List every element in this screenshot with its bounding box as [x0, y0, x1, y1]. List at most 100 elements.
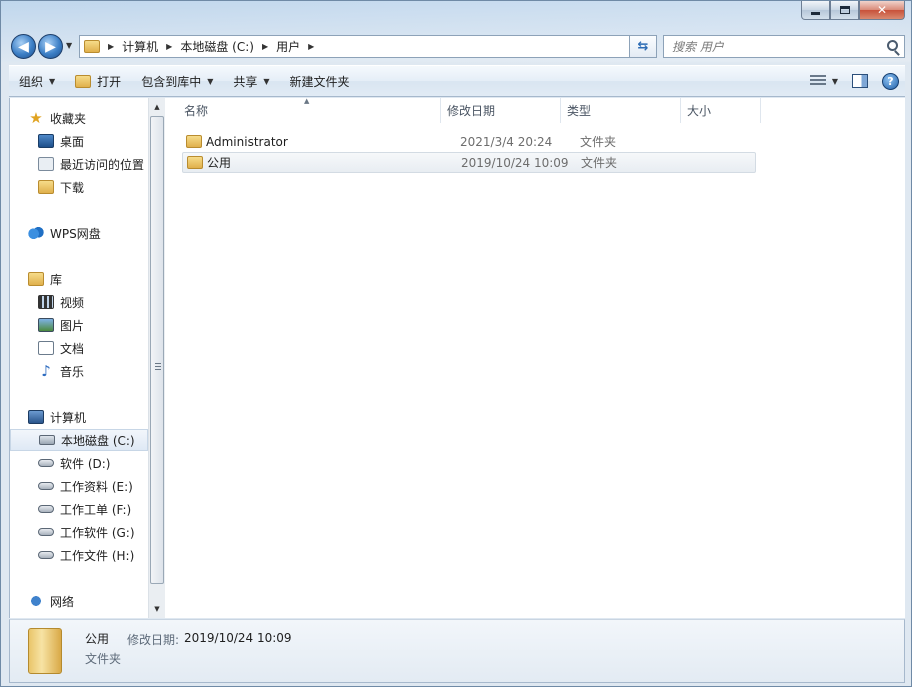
column-size[interactable]: 大小: [681, 98, 761, 123]
close-icon: ✕: [876, 3, 888, 17]
search-input[interactable]: [672, 39, 872, 54]
recent-places-icon: [38, 157, 54, 171]
recent-pages-dropdown[interactable]: ▼: [66, 41, 72, 50]
network-icon: [28, 594, 44, 608]
picture-icon: [38, 318, 54, 332]
navigation-pane: ★ 收藏夹 桌面 最近访问的位置 下载 WPS网盘 库 视频 图片 文档 ♪ 音乐 …: [10, 98, 148, 618]
drive-icon: [38, 505, 54, 513]
nav-pictures[interactable]: 图片: [10, 314, 148, 336]
nav-drive-c[interactable]: 本地磁盘 (C:): [10, 429, 148, 451]
file-row-public[interactable]: 公用 2019/10/24 10:09 文件夹: [182, 152, 756, 173]
maximize-button[interactable]: [830, 1, 859, 20]
content-area: ★ 收藏夹 桌面 最近访问的位置 下载 WPS网盘 库 视频 图片 文档 ♪ 音乐 …: [9, 97, 905, 618]
refresh-button[interactable]: ⇆: [629, 35, 657, 58]
folder-large-icon: [28, 628, 62, 674]
scroll-down-button[interactable]: ▼: [149, 601, 165, 617]
nav-downloads[interactable]: 下载: [10, 176, 148, 198]
nav-desktop[interactable]: 桌面: [10, 130, 148, 152]
nav-wps-drive[interactable]: WPS网盘: [10, 222, 148, 244]
details-pane: 公用 修改日期: 2019/10/24 10:09 文件夹: [9, 619, 905, 683]
nav-drive-e[interactable]: 工作资料 (E:): [10, 475, 148, 497]
details-date-label: 修改日期:: [127, 633, 180, 647]
chevron-right-icon: ▶: [108, 42, 115, 51]
back-button[interactable]: ◀: [11, 34, 36, 59]
drive-icon: [38, 551, 54, 559]
column-date-modified[interactable]: 修改日期: [441, 98, 561, 123]
nav-drive-f[interactable]: 工作工单 (F:): [10, 498, 148, 520]
view-dropdown[interactable]: ▼: [832, 77, 838, 86]
breadcrumb-users[interactable]: ▶ 用户 ▶: [262, 38, 314, 55]
search-box: [663, 35, 905, 58]
details-item-type: 文件夹: [85, 652, 122, 666]
minimize-icon: [811, 11, 820, 15]
file-list-pane: 名称 ▲ 修改日期 类型 大小 Administrator 2021/3/4 20…: [166, 97, 905, 618]
desktop-icon: [38, 134, 54, 148]
open-button[interactable]: 打开: [65, 69, 131, 93]
nav-drive-g[interactable]: 工作软件 (G:): [10, 521, 148, 543]
sort-ascending-icon: ▲: [304, 97, 310, 105]
help-icon[interactable]: ?: [882, 72, 899, 90]
drive-icon: [38, 528, 54, 536]
arrow-left-icon: ◀: [18, 38, 29, 55]
breadcrumb-drive-c[interactable]: ▶ 本地磁盘 (C:): [166, 38, 254, 55]
music-icon: ♪: [41, 362, 51, 380]
address-bar[interactable]: ▶计算机 ▶本地磁盘 (C:) ▶用户▶ ▼: [79, 35, 657, 58]
library-icon: [28, 272, 44, 286]
nav-music[interactable]: ♪ 音乐: [10, 360, 148, 382]
nav-computer[interactable]: 计算机: [10, 406, 148, 428]
scroll-up-button[interactable]: ▲: [149, 99, 165, 115]
organize-button[interactable]: 组织 ▼: [9, 69, 65, 93]
search-icon[interactable]: [887, 40, 898, 51]
cloud-icon: [28, 226, 44, 240]
explorer-window: ✕ ◀ ▶ ▼ ▶计算机 ▶本地磁盘 (C:) ▶用户▶ ▼ ⇆ 组织▼ 打开 …: [0, 0, 912, 687]
nav-drive-h[interactable]: 工作文件 (H:): [10, 544, 148, 566]
forward-button[interactable]: ▶: [38, 34, 63, 59]
scroll-thumb[interactable]: [150, 116, 164, 584]
nav-drive-d[interactable]: 软件 (D:): [10, 452, 148, 474]
nav-favorites[interactable]: ★ 收藏夹: [10, 107, 148, 129]
minimize-button[interactable]: [801, 1, 830, 20]
nav-videos[interactable]: 视频: [10, 291, 148, 313]
nav-recent-places[interactable]: 最近访问的位置: [10, 153, 148, 175]
share-button[interactable]: 共享 ▼: [223, 69, 279, 93]
chevron-right-icon: ▶: [261, 42, 269, 51]
maximize-icon: [839, 6, 850, 14]
nav-documents[interactable]: 文档: [10, 337, 148, 359]
file-row-administrator[interactable]: Administrator 2021/3/4 20:24 文件夹: [182, 131, 756, 152]
close-button[interactable]: ✕: [859, 1, 905, 20]
chevron-down-icon: ▼: [263, 76, 270, 86]
column-name[interactable]: 名称 ▲: [166, 97, 441, 123]
chevron-down-icon: ▼: [49, 76, 56, 86]
include-in-library-button[interactable]: 包含到库中 ▼: [131, 69, 223, 93]
column-type[interactable]: 类型: [561, 98, 681, 123]
window-controls: ✕: [801, 1, 905, 21]
chevron-right-icon: ▶: [308, 42, 315, 51]
star-icon: ★: [29, 109, 43, 127]
chevron-right-icon: ▶: [166, 42, 173, 51]
preview-pane-icon[interactable]: [852, 74, 868, 88]
user-folder-icon: [186, 135, 202, 148]
navigation-row: ◀ ▶ ▼ ▶计算机 ▶本地磁盘 (C:) ▶用户▶ ▼ ⇆: [9, 33, 905, 59]
folder-icon: [187, 156, 203, 169]
downloads-icon: [38, 180, 54, 194]
details-date-value: 2019/10/24 10:09: [184, 631, 292, 645]
view-options-icon[interactable]: [809, 75, 826, 87]
grip-icon: [155, 363, 161, 370]
nav-libraries[interactable]: 库: [10, 268, 148, 290]
folder-icon: [84, 40, 100, 53]
drive-icon: [39, 435, 55, 445]
navigation-scrollbar[interactable]: ▲ ▼: [148, 98, 165, 618]
drive-icon: [38, 459, 54, 467]
chevron-down-icon: ▼: [207, 76, 214, 86]
computer-icon: [28, 410, 44, 424]
video-icon: [38, 295, 54, 309]
new-folder-button[interactable]: 新建文件夹: [280, 69, 360, 93]
column-header: 名称 ▲ 修改日期 类型 大小: [166, 97, 905, 123]
drive-icon: [38, 482, 54, 490]
breadcrumb-computer[interactable]: ▶ 计算机: [108, 38, 158, 55]
refresh-icon: ⇆: [637, 39, 649, 54]
nav-network[interactable]: 网络: [10, 590, 148, 612]
open-folder-icon: [75, 74, 92, 88]
details-item-name: 公用: [85, 632, 110, 646]
document-icon: [38, 341, 54, 355]
